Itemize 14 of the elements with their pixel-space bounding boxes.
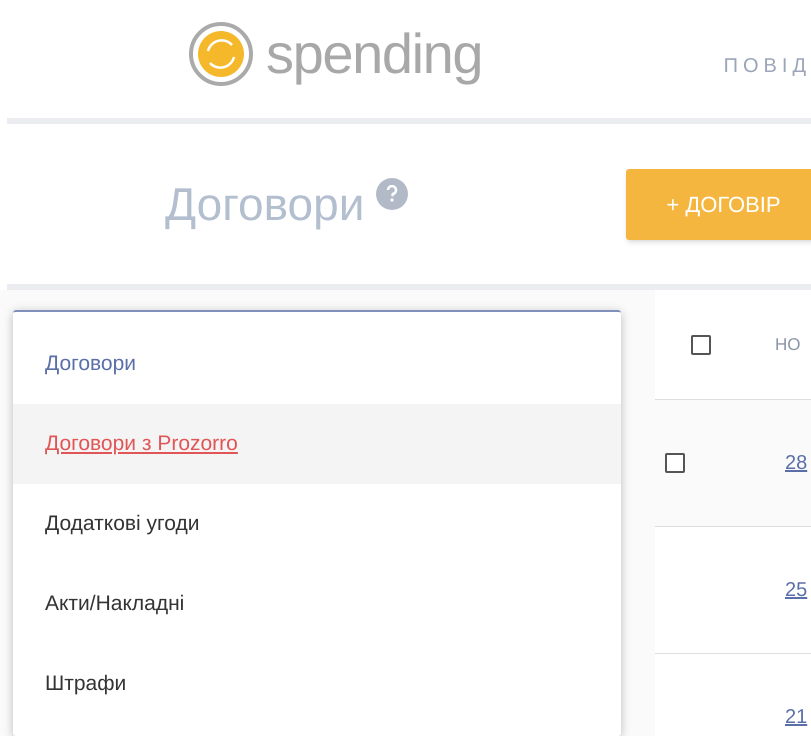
contract-number-link[interactable]: 25 — [785, 575, 808, 605]
contract-number-link[interactable]: 21 — [785, 702, 808, 732]
column-header: НО — [775, 334, 800, 356]
logo-icon — [188, 21, 254, 87]
contract-number-link[interactable]: 28 — [785, 448, 808, 478]
dropdown-item[interactable]: Договори з Prozorro — [13, 404, 621, 484]
checkbox[interactable] — [665, 453, 685, 473]
page-title: Договори — [165, 176, 364, 232]
dropdown-item[interactable]: Акти/Накладні — [13, 564, 621, 644]
dropdown-item[interactable]: Штрафи — [13, 644, 621, 724]
dropdown-item[interactable]: Договори — [13, 324, 621, 404]
nav-link[interactable]: ПОВІД — [724, 51, 811, 81]
checkbox[interactable] — [691, 334, 711, 354]
dropdown-item[interactable]: Додаткові угоди — [13, 484, 621, 564]
